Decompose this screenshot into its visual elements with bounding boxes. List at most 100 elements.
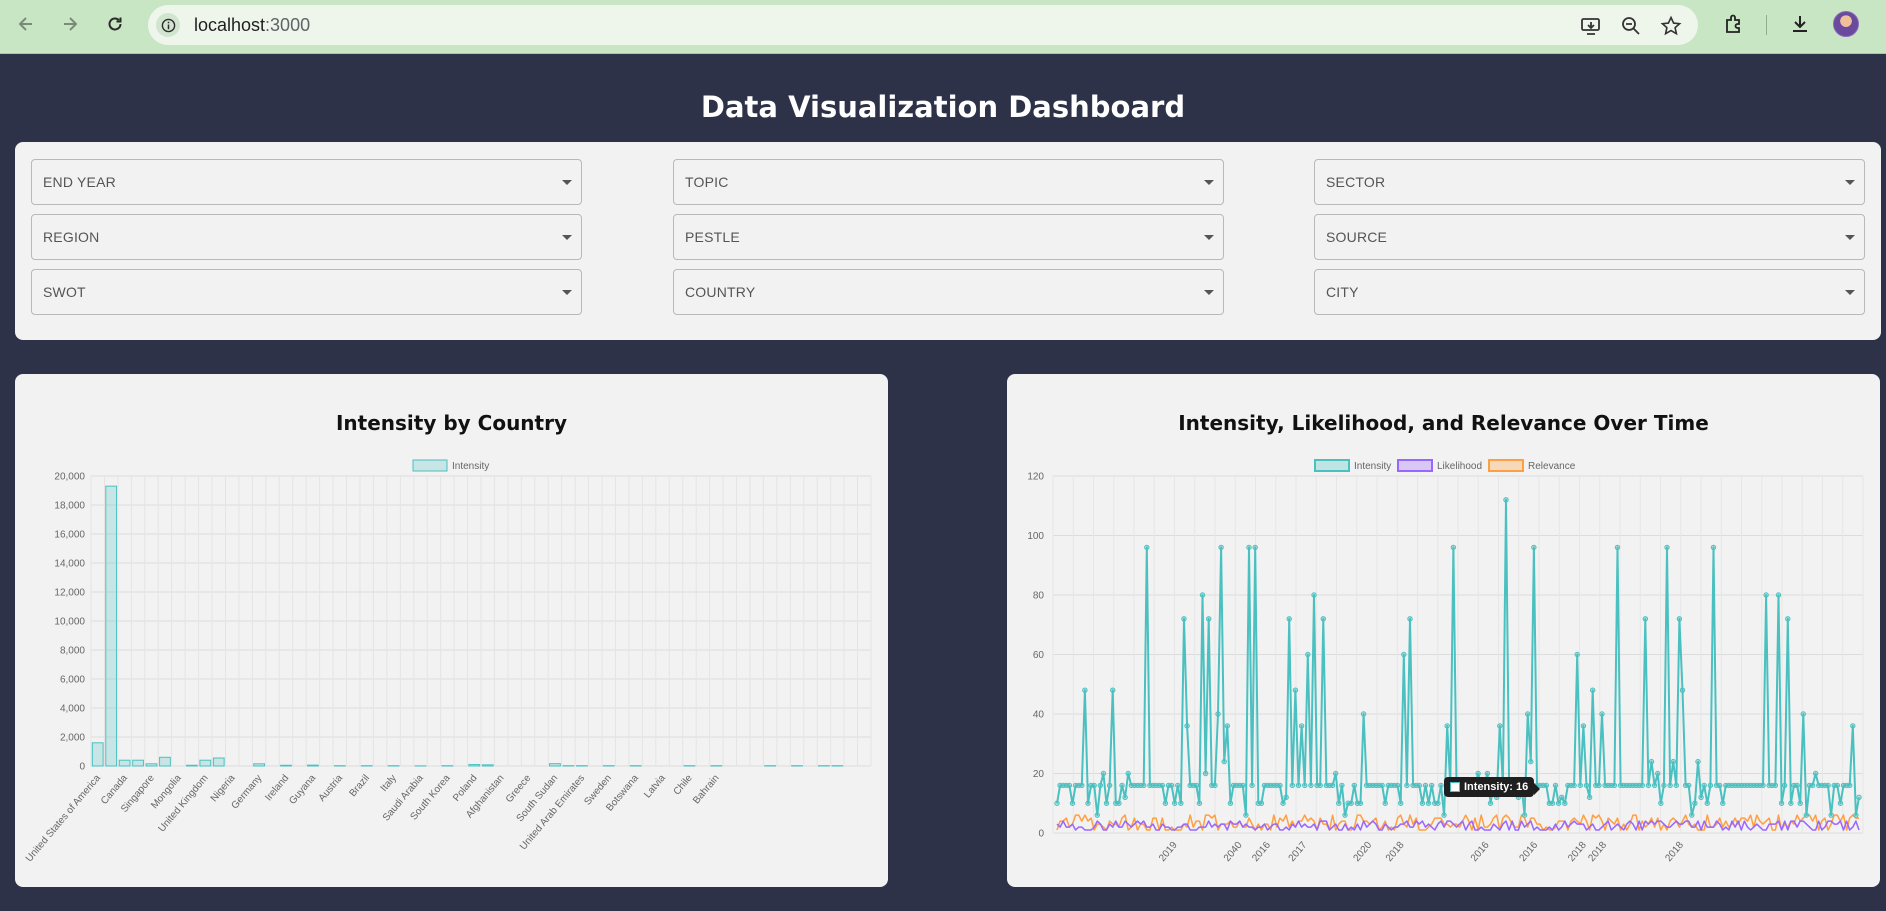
- data-point: [1435, 800, 1441, 806]
- data-point: [1215, 711, 1221, 717]
- filter-sector[interactable]: SECTOR: [1314, 159, 1865, 205]
- data-point: [1069, 800, 1076, 806]
- data-point: [1246, 544, 1252, 551]
- data-point: [1692, 800, 1698, 806]
- data-point: [1475, 770, 1481, 777]
- extensions-icon[interactable]: [1722, 12, 1746, 36]
- x-tick-label: 2018: [1566, 840, 1589, 864]
- data-point: [1689, 812, 1695, 818]
- dropdown-caret-icon: [1845, 180, 1855, 185]
- data-point: [1280, 800, 1286, 806]
- data-point: [1240, 782, 1246, 789]
- data-point: [1422, 782, 1429, 789]
- filter-city[interactable]: CITY: [1314, 269, 1865, 315]
- data-point: [1289, 782, 1296, 789]
- y-tick-label: 10,000: [54, 617, 85, 628]
- data-point: [1853, 812, 1859, 818]
- reload-icon[interactable]: [101, 10, 129, 38]
- data-point: [1803, 812, 1810, 818]
- filter-country[interactable]: COUNTRY: [673, 269, 1224, 315]
- toolbar-divider: [1766, 15, 1767, 35]
- x-tick-label: Brazil: [347, 773, 372, 799]
- data-point: [1450, 544, 1457, 551]
- data-point: [1110, 687, 1116, 693]
- data-point: [1850, 723, 1856, 729]
- data-point: [1847, 782, 1853, 789]
- y-tick-label: 12,000: [54, 588, 85, 599]
- data-point: [1159, 782, 1165, 789]
- filter-swot[interactable]: SWOT: [31, 269, 582, 315]
- site-info-icon[interactable]: [156, 13, 180, 37]
- downloads-icon[interactable]: [1788, 12, 1812, 36]
- profile-avatar[interactable]: [1833, 11, 1859, 37]
- x-tick-label: 2016: [1518, 840, 1541, 864]
- bookmark-star-icon[interactable]: [1660, 15, 1682, 37]
- install-app-icon[interactable]: [1580, 15, 1602, 37]
- bar: [91, 742, 104, 767]
- filter-pestle[interactable]: PESTLE: [673, 214, 1224, 260]
- bar: [159, 756, 171, 767]
- data-point: [1116, 800, 1122, 806]
- data-point: [1651, 782, 1658, 789]
- x-tick-label: 2017: [1287, 840, 1310, 864]
- data-point: [1342, 812, 1348, 818]
- data-point: [1444, 723, 1450, 729]
- line-chart[interactable]: Intensity Likelihood Relevance020406080100…: [1007, 374, 1880, 887]
- dropdown-caret-icon: [562, 235, 572, 240]
- bar: [253, 763, 265, 767]
- data-point: [1441, 812, 1447, 818]
- data-point: [1596, 782, 1602, 789]
- bar: [199, 759, 212, 767]
- y-tick-label: 0: [1038, 829, 1044, 840]
- data-point: [1119, 782, 1125, 789]
- back-icon[interactable]: [12, 10, 40, 38]
- y-tick-label: 2,000: [60, 733, 85, 744]
- legend-label: Intensity: [1354, 461, 1391, 472]
- data-point: [1559, 794, 1565, 800]
- data-point: [1583, 782, 1590, 789]
- zoom-icon[interactable]: [1620, 15, 1642, 37]
- data-point: [1283, 794, 1289, 800]
- data-point: [1320, 616, 1327, 622]
- chart-tooltip: Intensity: 16: [1444, 777, 1541, 797]
- data-point: [1106, 782, 1113, 789]
- data-point: [1332, 770, 1339, 777]
- filter-region[interactable]: REGION: [31, 214, 582, 260]
- y-tick-label: 40: [1033, 710, 1045, 721]
- data-point: [1348, 800, 1354, 806]
- data-point: [1580, 723, 1587, 729]
- data-point: [1552, 782, 1559, 789]
- filter-label: END YEAR: [43, 174, 116, 190]
- dropdown-caret-icon: [1845, 235, 1855, 240]
- data-point: [1401, 651, 1407, 658]
- bar: [212, 757, 225, 767]
- filter-label: PESTLE: [685, 229, 740, 245]
- x-tick-label: 2018: [1663, 840, 1686, 864]
- data-point: [1311, 592, 1317, 598]
- forward-icon[interactable]: [56, 10, 84, 38]
- filter-source[interactable]: SOURCE: [1314, 214, 1865, 260]
- address-bar[interactable]: localhost:3000: [148, 5, 1698, 45]
- filter-topic[interactable]: TOPIC: [673, 159, 1224, 205]
- data-point: [1249, 782, 1255, 789]
- filter-end-year[interactable]: END YEAR: [31, 159, 582, 205]
- data-point: [1398, 800, 1404, 806]
- data-point: [1428, 782, 1435, 789]
- url-text[interactable]: localhost:3000: [194, 15, 310, 36]
- data-point: [1664, 544, 1670, 551]
- filter-label: SWOT: [43, 284, 86, 300]
- data-point: [1162, 800, 1169, 806]
- y-tick-label: 120: [1027, 472, 1044, 483]
- data-point: [1175, 782, 1181, 789]
- data-point: [1828, 812, 1834, 818]
- data-point: [1788, 800, 1794, 806]
- bar-chart[interactable]: Intensity 0 2,000 4,000 6,000 8,000 10,000 12,0…: [15, 374, 888, 887]
- bar: [307, 764, 319, 767]
- bar: [280, 764, 292, 767]
- data-point: [1856, 794, 1862, 800]
- data-point: [1667, 782, 1673, 789]
- data-point: [1066, 782, 1073, 789]
- bar: [549, 763, 561, 767]
- data-point: [1673, 782, 1680, 789]
- data-point: [1549, 800, 1556, 806]
